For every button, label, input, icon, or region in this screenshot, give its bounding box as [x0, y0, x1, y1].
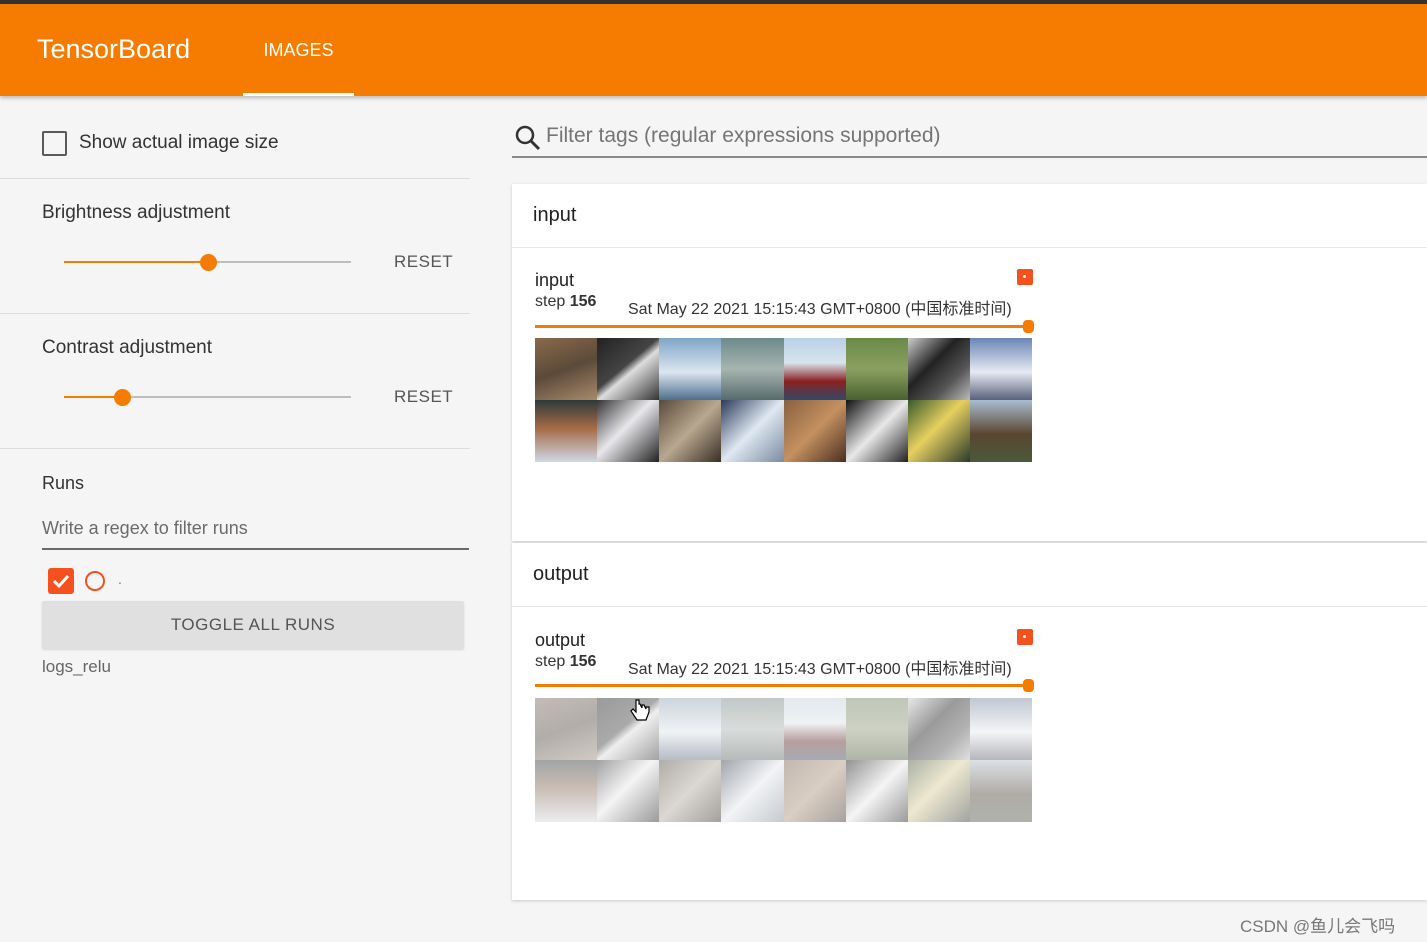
toggle-all-runs-button[interactable]: TOGGLE ALL RUNS — [42, 601, 464, 649]
top-toolbar: TensorBoard IMAGES — [0, 4, 1427, 96]
runs-filter-input[interactable]: Write a regex to filter runs — [42, 514, 469, 550]
run-color-radio[interactable] — [85, 571, 105, 591]
checkmark-icon — [52, 574, 70, 589]
app-title: TensorBoard — [37, 34, 191, 64]
image-step: step 156 — [535, 293, 597, 310]
card-title: output — [533, 563, 589, 585]
tab-images[interactable]: IMAGES — [243, 4, 354, 96]
contrast-label: Contrast adjustment — [42, 337, 213, 358]
tag-filter-input[interactable]: Filter tags (regular expressions support… — [512, 118, 1427, 158]
image-wall-time: Sat May 22 2021 15:15:43 GMT+0800 (中国标准时… — [628, 301, 1012, 318]
runs-heading: Runs — [42, 473, 85, 493]
brightness-reset-button[interactable]: RESET — [394, 252, 453, 272]
watermark-text: CSDN @鱼儿会飞吗 — [1240, 917, 1396, 936]
runs-filter-placeholder: Write a regex to filter runs — [42, 518, 248, 538]
run-color-swatch — [1017, 629, 1033, 645]
brightness-label: Brightness adjustment — [42, 202, 230, 223]
hand-cursor-icon — [630, 699, 650, 721]
show-actual-size-checkbox[interactable] — [42, 131, 67, 156]
image-wall-time: Sat May 22 2021 15:15:43 GMT+0800 (中国标准时… — [628, 661, 1012, 678]
card-header[interactable]: input — [512, 184, 1427, 248]
sidebar-divider — [0, 313, 470, 314]
run-directory: logs_relu — [42, 657, 111, 676]
sidebar-divider — [0, 178, 470, 179]
step-slider[interactable] — [535, 320, 1034, 333]
image-tag: input — [535, 270, 575, 290]
run-color-swatch — [1017, 269, 1033, 285]
step-slider-knob[interactable] — [1023, 679, 1034, 692]
image-tag: output — [535, 630, 586, 650]
active-tab-indicator — [243, 93, 354, 96]
card-header[interactable]: output — [512, 543, 1427, 607]
contrast-slider-knob[interactable] — [114, 389, 131, 406]
image-grid[interactable] — [535, 698, 1032, 822]
step-slider-knob[interactable] — [1023, 320, 1034, 333]
step-slider[interactable] — [535, 679, 1034, 692]
run-label: . — [118, 571, 122, 587]
show-actual-size-label: Show actual image size — [79, 132, 279, 153]
sidebar-divider — [0, 448, 470, 449]
card-title: input — [533, 204, 577, 226]
search-icon — [515, 125, 541, 151]
image-card-input: input input step 156 Sat May 22 2021 15:… — [512, 184, 1427, 541]
brightness-slider-knob[interactable] — [200, 254, 217, 271]
run-checkbox[interactable] — [48, 568, 74, 594]
tab-images-label: IMAGES — [263, 40, 334, 60]
tag-filter-placeholder: Filter tags (regular expressions support… — [546, 124, 941, 147]
image-step: step 156 — [535, 653, 597, 670]
brightness-slider-fill — [64, 261, 209, 263]
contrast-reset-button[interactable]: RESET — [394, 387, 453, 407]
image-grid[interactable] — [535, 338, 1032, 462]
